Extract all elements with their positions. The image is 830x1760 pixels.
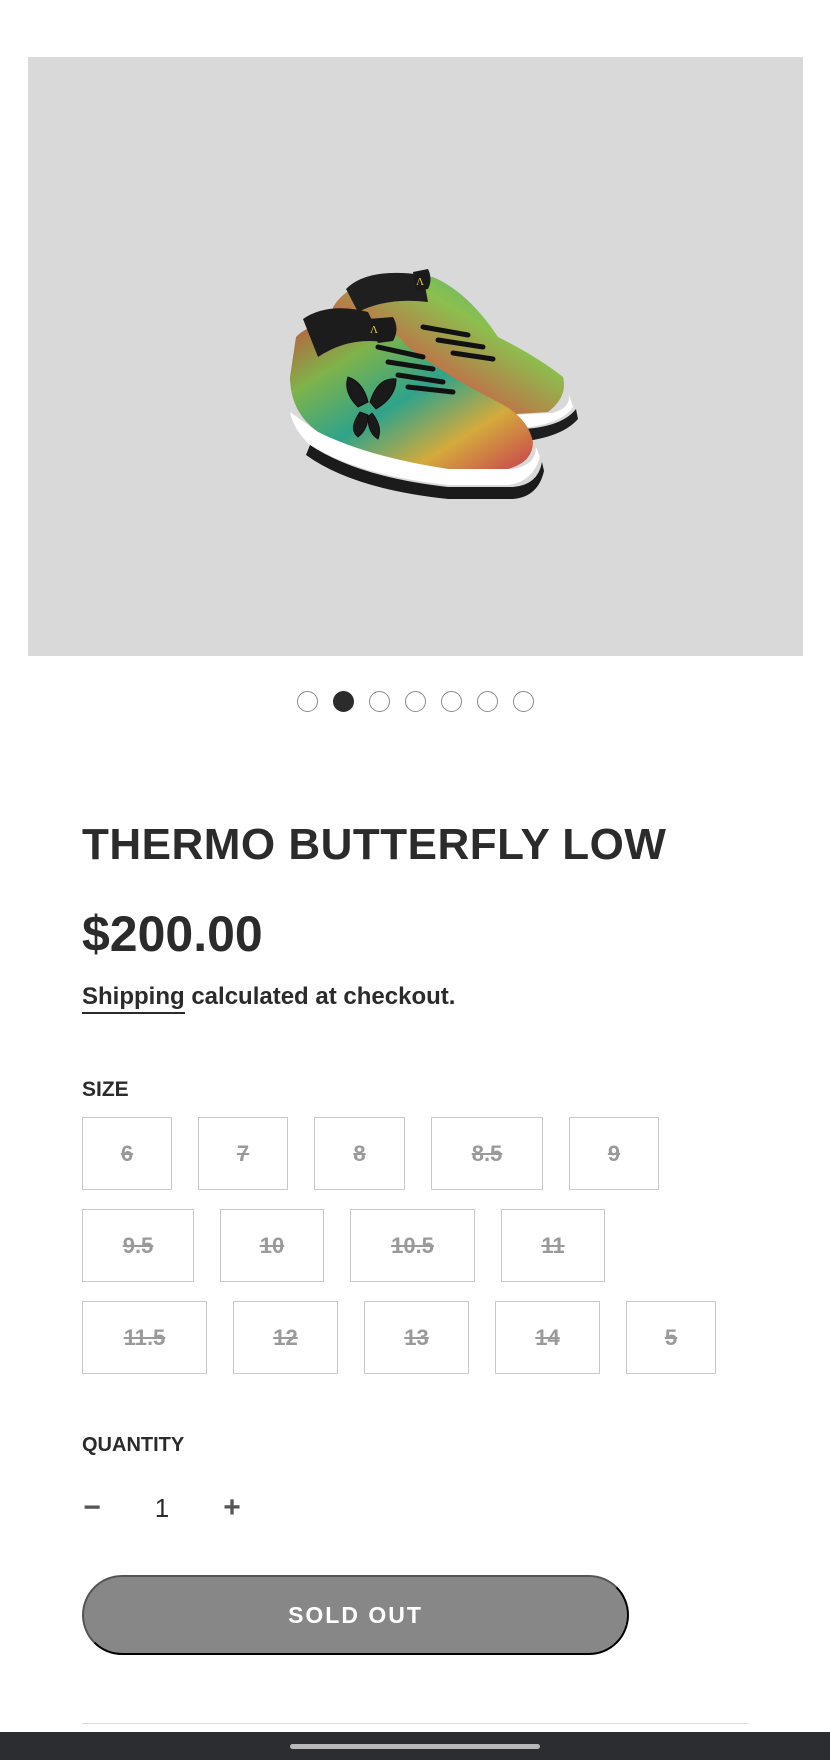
- gallery-dot[interactable]: [476, 691, 498, 712]
- size-option[interactable]: 8.5: [431, 1117, 543, 1190]
- home-gesture-handle[interactable]: [290, 1744, 540, 1749]
- size-option[interactable]: 11.5: [82, 1301, 207, 1374]
- gallery-dot[interactable]: [296, 691, 318, 712]
- size-option[interactable]: 6: [82, 1117, 172, 1190]
- product-image[interactable]: Λ Λ: [28, 57, 803, 656]
- svg-text:Λ: Λ: [370, 324, 378, 336]
- svg-text:Λ: Λ: [416, 276, 424, 288]
- sold-out-button[interactable]: SOLD OUT: [82, 1575, 629, 1655]
- quantity-label: QUANTITY: [82, 1434, 185, 1456]
- gallery-dot[interactable]: [368, 691, 390, 712]
- size-option[interactable]: 11: [501, 1209, 605, 1282]
- product-title: THERMO BUTTERFLY LOW: [82, 820, 667, 869]
- gallery-dot[interactable]: [404, 691, 426, 712]
- gallery-dot[interactable]: [440, 691, 462, 712]
- system-navigation-bar: [0, 1732, 830, 1760]
- quantity-stepper: − 1 +: [82, 1486, 252, 1530]
- size-row: 9.5 10 10.5 11: [82, 1209, 605, 1282]
- quantity-value[interactable]: 1: [142, 1486, 182, 1530]
- shipping-note: Shipping calculated at checkout.: [82, 983, 456, 1014]
- size-option[interactable]: 8: [314, 1117, 405, 1190]
- size-option[interactable]: 13: [364, 1301, 469, 1374]
- shipping-note-text: calculated at checkout.: [184, 983, 456, 1010]
- size-option[interactable]: 9.5: [82, 1209, 194, 1282]
- size-option[interactable]: 12: [233, 1301, 338, 1374]
- size-row: 11.5 12 13 14 5: [82, 1301, 716, 1374]
- size-option[interactable]: 10: [220, 1209, 324, 1282]
- sneaker-pair-image: Λ Λ: [290, 269, 578, 499]
- gallery-dot[interactable]: [512, 691, 534, 712]
- divider: [82, 1723, 748, 1724]
- size-option[interactable]: 10.5: [350, 1209, 475, 1282]
- gallery-pagination: [0, 691, 830, 712]
- size-option[interactable]: 14: [495, 1301, 600, 1374]
- size-option[interactable]: 7: [198, 1117, 288, 1190]
- gallery-dot-active[interactable]: [332, 691, 354, 712]
- quantity-decrease-button[interactable]: −: [82, 1486, 102, 1530]
- product-price: $200.00: [82, 906, 263, 962]
- size-option[interactable]: 5: [626, 1301, 716, 1374]
- shipping-link[interactable]: Shipping: [82, 983, 185, 1014]
- size-option[interactable]: 9: [569, 1117, 659, 1190]
- size-row: 6 7 8 8.5 9: [82, 1117, 659, 1190]
- size-label: SIZE: [82, 1078, 129, 1101]
- quantity-increase-button[interactable]: +: [222, 1486, 242, 1530]
